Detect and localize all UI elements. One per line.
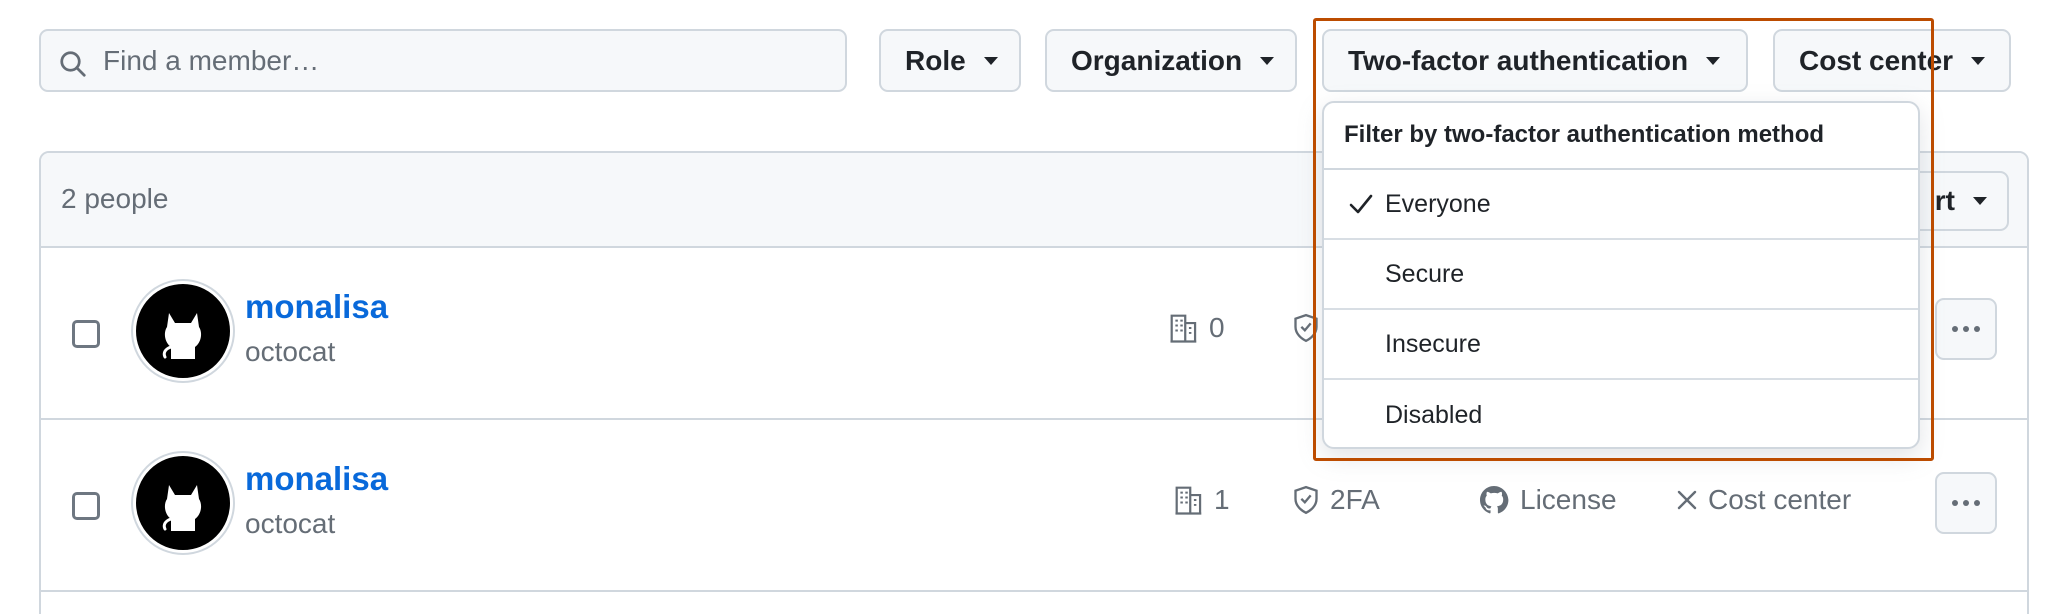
organization-icon — [1175, 486, 1202, 515]
two-factor-filter-button[interactable]: Two-factor authentication — [1322, 29, 1748, 92]
chevron-down-icon — [1706, 56, 1721, 65]
search-box[interactable] — [39, 29, 847, 92]
shield-check-icon — [1294, 313, 1318, 343]
twofa-status: 2FA — [1292, 484, 1380, 516]
chevron-down-icon — [1260, 56, 1275, 65]
octocat-icon — [162, 485, 202, 531]
check-icon — [1349, 194, 1373, 214]
chevron-down-icon — [983, 56, 998, 65]
role-filter-label: Role — [905, 44, 966, 76]
menu-item-label: Everyone — [1385, 189, 1491, 218]
org-count[interactable]: 0 — [1169, 312, 1225, 344]
avatar[interactable] — [133, 453, 233, 553]
cost-center-filter-label: Cost center — [1799, 44, 1954, 76]
twofa-label: 2FA — [1330, 484, 1380, 515]
license-status[interactable]: License — [1478, 484, 1617, 516]
two-factor-filter-label: Two-factor authentication — [1348, 44, 1689, 76]
menu-item-secure[interactable]: Secure — [1324, 240, 1918, 310]
kebab-dot — [1963, 500, 1969, 506]
menu-item-label: Insecure — [1385, 329, 1481, 358]
org-count-value: 1 — [1214, 484, 1230, 515]
org-count-value: 0 — [1209, 312, 1225, 343]
role-filter-button[interactable]: Role — [879, 29, 1021, 92]
menu-item-label: Disabled — [1385, 400, 1483, 429]
github-mark-icon — [1480, 486, 1509, 514]
cost-center-filter-button[interactable]: Cost center — [1773, 29, 2011, 92]
row-actions-button[interactable] — [1935, 472, 1997, 534]
row-checkbox[interactable] — [72, 320, 100, 348]
cost-center-status[interactable]: Cost center — [1676, 484, 1851, 516]
octocat-icon — [162, 313, 202, 359]
kebab-dot — [1952, 500, 1958, 506]
shield-check-icon — [1294, 485, 1318, 515]
kebab-dot — [1974, 326, 1980, 332]
avatar[interactable] — [133, 281, 233, 381]
organization-icon — [1170, 314, 1197, 343]
kebab-dot — [1952, 326, 1958, 332]
chevron-down-icon — [1971, 56, 1986, 65]
menu-item-disabled[interactable]: Disabled — [1324, 380, 1918, 447]
organization-filter-label: Organization — [1071, 44, 1243, 76]
kebab-dot — [1963, 326, 1969, 332]
row-checkbox[interactable] — [72, 492, 100, 520]
member-login: octocat — [245, 508, 336, 539]
menu-item-insecure[interactable]: Insecure — [1324, 310, 1918, 380]
search-input[interactable] — [103, 41, 823, 81]
people-count: 2 people — [61, 183, 169, 214]
member-login: octocat — [245, 336, 336, 367]
org-count[interactable]: 1 — [1174, 484, 1230, 516]
search-icon — [60, 51, 86, 77]
row-actions-button[interactable] — [1935, 298, 1997, 360]
sort-label: rt — [1934, 185, 1955, 216]
organization-filter-button[interactable]: Organization — [1045, 29, 1297, 92]
menu-item-everyone[interactable]: Everyone — [1324, 170, 1918, 240]
menu-title: Filter by two-factor authentication meth… — [1324, 103, 1918, 170]
member-name-link[interactable]: monalisa — [245, 288, 388, 326]
two-factor-filter-menu: Filter by two-factor authentication meth… — [1322, 101, 1920, 449]
x-icon — [1677, 490, 1697, 510]
cost-center-label: Cost center — [1708, 484, 1852, 515]
kebab-dot — [1974, 500, 1980, 506]
member-name-link[interactable]: monalisa — [245, 460, 388, 498]
chevron-down-icon — [1973, 197, 1987, 205]
menu-item-label: Secure — [1385, 259, 1465, 288]
license-label: License — [1520, 484, 1617, 515]
